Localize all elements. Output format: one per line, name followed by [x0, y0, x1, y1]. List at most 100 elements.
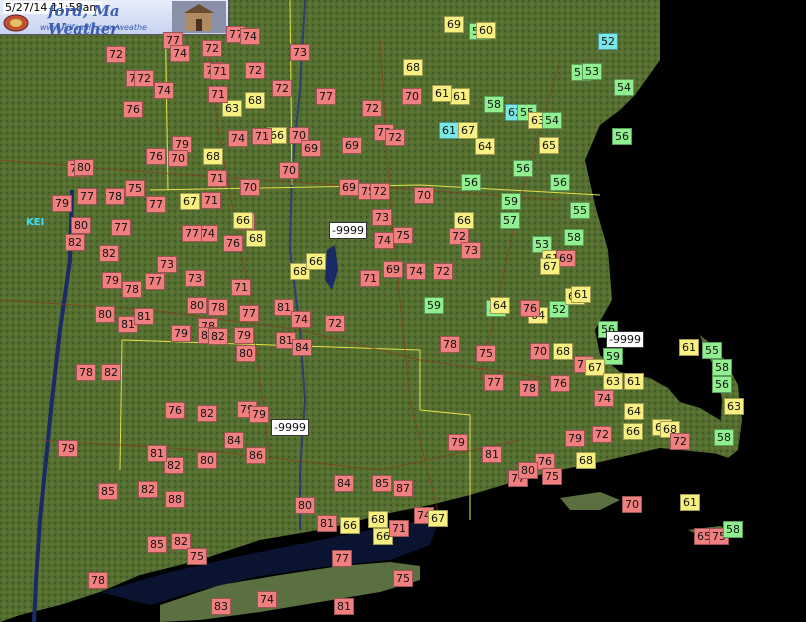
station-temp-tag: 71 — [360, 270, 380, 287]
station-temp-tag: 80 — [187, 297, 207, 314]
station-temp-tag: 68 — [553, 343, 573, 360]
station-temp-tag: 72 — [325, 315, 345, 332]
station-temp-tag: 80 — [95, 306, 115, 323]
station-temp-tag: 76 — [146, 148, 166, 165]
station-temp-tag: 72 — [134, 70, 154, 87]
station-temp-tag: 84 — [292, 339, 312, 356]
station-temp-tag: 74 — [406, 263, 426, 280]
station-temp-tag: 56 — [712, 376, 732, 393]
station-temp-tag: 59 — [603, 348, 623, 365]
station-temp-tag: 52 — [598, 33, 618, 50]
station-temp-tag: 77 — [182, 225, 202, 242]
station-temp-tag: 84 — [334, 475, 354, 492]
station-missing-tag: -9999 — [606, 331, 644, 348]
station-temp-tag: 54 — [614, 79, 634, 96]
station-temp-tag: 56 — [513, 160, 533, 177]
station-temp-tag: 85 — [98, 483, 118, 500]
station-temp-tag: 78 — [519, 380, 539, 397]
station-temp-tag: 76 — [223, 235, 243, 252]
station-temp-tag: 68 — [576, 452, 596, 469]
station-temp-tag: 74 — [257, 591, 277, 608]
header-banner: 5/27/14 11:58am ford, Ma Weather www.PJl… — [0, 0, 229, 38]
station-temp-tag: 75 — [393, 227, 413, 244]
station-temp-tag: 73 — [157, 256, 177, 273]
city-label: KEI — [26, 217, 45, 228]
station-temp-tag: 69 — [342, 137, 362, 154]
weather-map: 5/27/14 11:58am ford, Ma Weather www.PJl… — [0, 0, 806, 622]
station-temp-tag: 72 — [433, 263, 453, 280]
station-temp-tag: 75 — [542, 468, 562, 485]
station-temp-tag: 79 — [102, 272, 122, 289]
station-temp-tag: 73 — [185, 270, 205, 287]
station-temp-tag: 58 — [484, 96, 504, 113]
station-temp-tag: 61 — [679, 339, 699, 356]
station-temp-tag: 77 — [111, 219, 131, 236]
station-temp-tag: 79 — [58, 440, 78, 457]
station-temp-tag: 68 — [203, 148, 223, 165]
station-temp-tag: 77 — [316, 88, 336, 105]
station-temp-tag: 69 — [301, 140, 321, 157]
station-temp-tag: 79 — [234, 327, 254, 344]
station-temp-tag: 74 — [170, 45, 190, 62]
station-temp-tag: 82 — [208, 328, 228, 345]
station-temp-tag: 70 — [530, 343, 550, 360]
station-temp-tag: 60 — [476, 22, 496, 39]
station-temp-tag: 68 — [246, 230, 266, 247]
station-temp-tag: 67 — [458, 122, 478, 139]
station-temp-tag: 84 — [224, 432, 244, 449]
station-temp-tag: 82 — [197, 405, 217, 422]
station-temp-tag: 64 — [475, 138, 495, 155]
station-temp-tag: 74 — [374, 232, 394, 249]
station-temp-tag: 61 — [680, 494, 700, 511]
station-temp-tag: 63 — [603, 373, 623, 390]
station-temp-tag: 66 — [233, 212, 253, 229]
station-temp-tag: 67 — [540, 258, 560, 275]
station-temp-tag: 81 — [317, 515, 337, 532]
station-temp-tag: 71 — [201, 192, 221, 209]
station-temp-tag: 85 — [372, 475, 392, 492]
station-temp-tag: 72 — [385, 129, 405, 146]
station-temp-tag: 88 — [165, 491, 185, 508]
station-temp-tag: 77 — [145, 273, 165, 290]
station-temp-tag: 80 — [236, 345, 256, 362]
station-temp-tag: 80 — [74, 159, 94, 176]
station-temp-tag: 76 — [123, 101, 143, 118]
station-temp-tag: 67 — [428, 510, 448, 527]
station-temp-tag: 58 — [714, 429, 734, 446]
station-temp-tag: 73 — [461, 242, 481, 259]
station-temp-tag: 70 — [240, 179, 260, 196]
site-title: ford, Ma Weather — [48, 2, 120, 38]
station-temp-tag: 72 — [106, 46, 126, 63]
station-temp-tag: 68 — [368, 511, 388, 528]
station-temp-tag: 82 — [138, 481, 158, 498]
station-temp-tag: 68 — [245, 92, 265, 109]
station-temp-tag: 69 — [383, 261, 403, 278]
station-temp-tag: 58 — [723, 521, 743, 538]
logo-icon — [3, 14, 29, 32]
station-temp-tag: 79 — [52, 195, 72, 212]
station-temp-tag: 56 — [550, 174, 570, 191]
station-temp-tag: 57 — [500, 212, 520, 229]
station-temp-tag: 71 — [207, 170, 227, 187]
station-missing-tag: -9999 — [271, 419, 309, 436]
station-temp-tag: 63 — [724, 398, 744, 415]
station-temp-tag: 75 — [125, 180, 145, 197]
station-temp-tag: 81 — [134, 308, 154, 325]
station-temp-tag: 59 — [501, 193, 521, 210]
station-temp-tag: 54 — [542, 112, 562, 129]
station-temp-tag: 81 — [334, 598, 354, 615]
station-temp-tag: 75 — [187, 548, 207, 565]
station-temp-tag: 77 — [332, 550, 352, 567]
station-temp-tag: 66 — [623, 423, 643, 440]
station-temp-tag: 76 — [165, 402, 185, 419]
station-temp-tag: 83 — [211, 598, 231, 615]
station-temp-tag: 71 — [231, 279, 251, 296]
station-temp-tag: 72 — [362, 100, 382, 117]
station-temp-tag: 61 — [432, 85, 452, 102]
station-temp-tag: 74 — [154, 82, 174, 99]
station-temp-tag: 82 — [65, 234, 85, 251]
station-temp-tag: 80 — [295, 497, 315, 514]
station-temp-tag: 61 — [624, 373, 644, 390]
station-temp-tag: 67 — [585, 359, 605, 376]
station-temp-tag: 61 — [450, 88, 470, 105]
